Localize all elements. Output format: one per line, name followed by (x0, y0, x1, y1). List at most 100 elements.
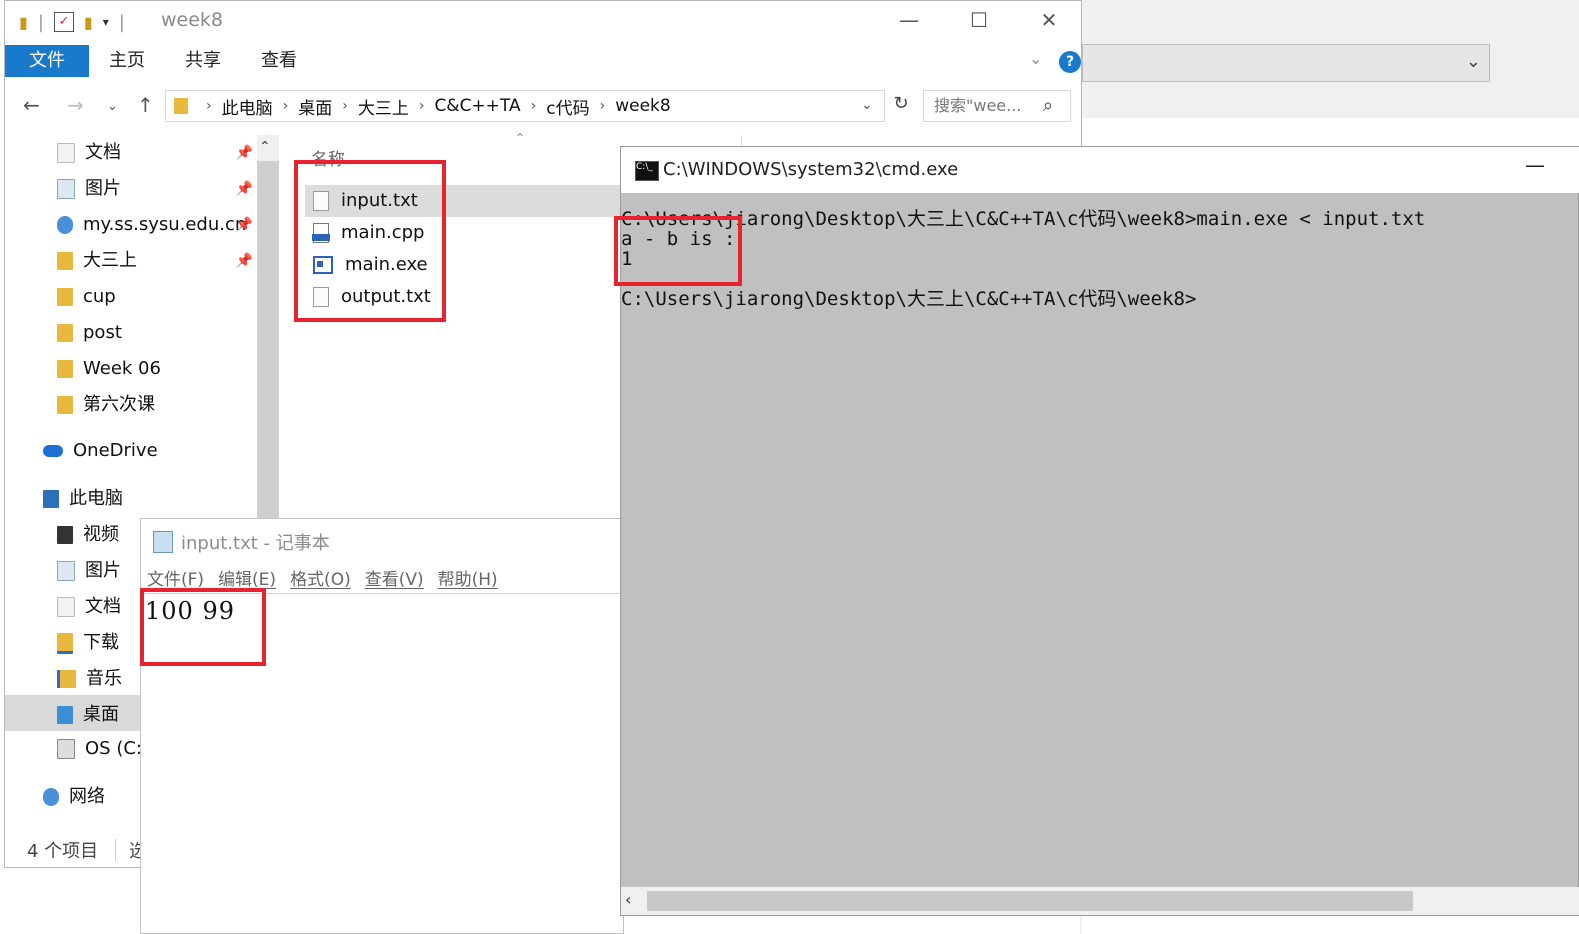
file-name: output.txt (341, 286, 431, 307)
breadcrumb-separator[interactable]: › (419, 98, 425, 114)
text-file-icon (313, 191, 329, 211)
nav-label: 文档 (85, 596, 121, 617)
scroll-left-icon[interactable]: ‹ (625, 890, 631, 909)
address-bar[interactable]: › 此电脑 › 桌面 › 大三上 › C&C++TA › c代码 › week8 (165, 90, 885, 122)
folder-icon (57, 360, 73, 378)
window-title: week8 (161, 9, 224, 31)
minimize-button[interactable]: — (887, 5, 931, 35)
nav-scrollbar-thumb[interactable] (257, 161, 279, 521)
forward-arrow-icon[interactable]: → (67, 93, 84, 117)
breadcrumb-c-code[interactable]: c代码 (546, 94, 589, 119)
nav-label: 此电脑 (69, 488, 123, 509)
tab-share[interactable]: 共享 (185, 45, 221, 77)
breadcrumb-separator[interactable]: › (531, 98, 537, 114)
nav-label: 桌面 (83, 704, 119, 725)
cmd-line: C:\Users\jiarong\Desktop\大三上\C&C++TA\c代码… (621, 208, 1426, 230)
menu-help[interactable]: 帮助(H) (438, 565, 498, 593)
nav-item-documents-pc[interactable]: 文档 (57, 591, 121, 623)
breadcrumb-separator[interactable]: › (600, 98, 606, 114)
nav-item-videos[interactable]: 视频 (57, 519, 119, 551)
pictures-folder-icon (57, 561, 75, 581)
pin-icon[interactable]: 📌 (236, 137, 253, 169)
nav-item-post[interactable]: post (57, 317, 122, 349)
cmd-line: C:\Users\jiarong\Desktop\大三上\C&C++TA\c代码… (621, 288, 1197, 310)
nav-item-desktop[interactable]: 桌面 (57, 699, 119, 731)
nav-item-cup[interactable]: cup (57, 281, 116, 313)
breadcrumb-cc-ta[interactable]: C&C++TA (434, 96, 520, 116)
breadcrumb-separator: › (206, 98, 212, 114)
pictures-folder-icon (57, 179, 75, 199)
scroll-up-icon[interactable]: ⌃ (259, 139, 271, 155)
file-row-main-cpp[interactable]: main.cpp (312, 217, 424, 249)
close-button[interactable]: ✕ (1027, 5, 1071, 35)
nav-label: 视频 (83, 524, 119, 545)
pin-icon[interactable]: 📌 (236, 245, 253, 277)
breadcrumb-this-pc[interactable]: 此电脑 (222, 94, 273, 119)
text-file-icon (313, 287, 329, 307)
nav-item-sixth-class[interactable]: 第六次课 (57, 389, 155, 421)
maximize-button[interactable]: ☐ (957, 5, 1001, 35)
nav-item-week06[interactable]: Week 06 (57, 353, 161, 385)
file-row-output-txt[interactable]: output.txt (313, 281, 431, 313)
music-folder-icon (57, 670, 76, 688)
tab-home[interactable]: 主页 (109, 45, 145, 77)
nav-item-onedrive[interactable]: OneDrive (43, 435, 158, 467)
nav-item-music[interactable]: 音乐 (57, 663, 122, 695)
tab-file[interactable]: 文件 (5, 45, 89, 77)
file-row-input-txt[interactable]: input.txt (313, 185, 418, 217)
onedrive-icon (43, 445, 63, 457)
file-row-main-exe[interactable]: main.exe (313, 249, 428, 281)
menu-format[interactable]: 格式(O) (290, 565, 351, 593)
folder-icon: ▮ (19, 12, 28, 32)
breadcrumb-separator[interactable]: › (342, 98, 348, 114)
minimize-button[interactable]: — (1525, 153, 1545, 177)
cmd-window: C:\_ C:\WINDOWS\system32\cmd.exe — C:\Us… (620, 146, 1579, 916)
nav-label: 第六次课 (83, 394, 155, 415)
expand-ribbon-icon[interactable]: ⌄ (1029, 49, 1042, 68)
nav-item-os-drive[interactable]: OS (C:) (57, 733, 149, 765)
nav-label: 图片 (85, 178, 121, 199)
refresh-icon[interactable]: ↻ (885, 93, 917, 121)
nav-item-downloads[interactable]: 下载 (57, 627, 119, 659)
nav-label: 文档 (85, 142, 121, 163)
properties-icon[interactable]: ✓ (53, 12, 74, 32)
menu-edit[interactable]: 编辑(E) (218, 565, 276, 593)
recent-locations-icon[interactable]: ⌄ (107, 99, 118, 114)
breadcrumb-week8[interactable]: week8 (615, 96, 670, 116)
folder-icon (57, 288, 73, 306)
tab-view[interactable]: 查看 (261, 45, 297, 77)
nav-item-network[interactable]: 网络 (43, 781, 105, 813)
pin-icon[interactable]: 📌 (236, 209, 253, 241)
nav-label: post (83, 322, 122, 343)
status-item-count: 4 个项目 (27, 841, 99, 862)
cmd-scrollbar-thumb[interactable] (647, 891, 1413, 911)
breadcrumb-separator[interactable]: › (283, 98, 289, 114)
nav-item-junior-first[interactable]: 大三上 📌 (57, 245, 253, 277)
address-dropdown-icon[interactable]: ⌄ (861, 97, 873, 113)
menu-file[interactable]: 文件(F) (147, 565, 204, 593)
notepad-text-area[interactable]: 100 99 (145, 597, 235, 625)
back-arrow-icon[interactable]: ← (23, 93, 40, 117)
folder-icon (57, 324, 73, 342)
breadcrumb-junior-first[interactable]: 大三上 (358, 94, 409, 119)
network-location-icon (57, 216, 73, 234)
desktop-folder-icon (57, 706, 73, 724)
nav-item-documents[interactable]: 文档 📌 (57, 137, 253, 169)
background-dropdown[interactable]: ⌄ (1082, 44, 1490, 82)
menu-view[interactable]: 查看(V) (365, 565, 424, 593)
nav-item-my-ss-sysu[interactable]: my.ss.sysu.edu.cn 📌 (57, 209, 253, 241)
search-icon[interactable]: ⌕ (1043, 95, 1053, 116)
column-header-name[interactable]: 名称 (311, 145, 345, 170)
documents-folder-icon (57, 143, 75, 163)
pin-icon[interactable]: 📌 (236, 173, 253, 205)
customize-toolbar-icon[interactable]: ▾ (103, 15, 109, 29)
nav-item-this-pc[interactable]: 此电脑 (43, 483, 123, 515)
help-icon[interactable]: ? (1059, 51, 1081, 73)
up-arrow-icon[interactable]: ↑ (137, 93, 154, 117)
breadcrumb-desktop[interactable]: 桌面 (298, 94, 332, 119)
nav-label: Week 06 (83, 358, 161, 379)
new-folder-icon[interactable]: ▮ (84, 13, 93, 32)
cmd-output[interactable]: C:\Users\jiarong\Desktop\大三上\C&C++TA\c代码… (621, 209, 1579, 309)
nav-item-pictures-pc[interactable]: 图片 (57, 555, 121, 587)
nav-item-pictures[interactable]: 图片 📌 (57, 173, 253, 205)
